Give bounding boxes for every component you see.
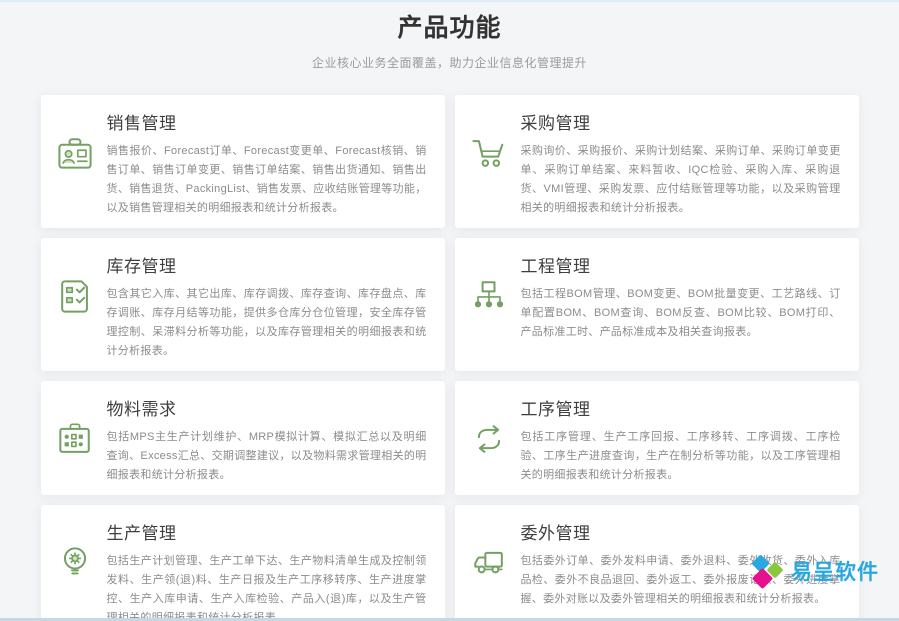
card-description: 包括工序管理、生产工序回报、工序移转、工序调拨、工序检验、工序生产进度查询，生产… — [521, 428, 841, 485]
card-description: 包含其它入库、其它出库、库存调拨、库存查询、库存盘点、库存调账、库存月结等功能，… — [107, 285, 427, 361]
card-description: 包括MPS主生产计划维护、MRP模拟计算、模拟汇总以及明细查询、Excess汇总… — [107, 428, 427, 485]
feature-card-mrp: 物料需求 包括MPS主生产计划维护、MRP模拟计算、模拟汇总以及明细查询、Exc… — [41, 381, 445, 495]
page-title: 产品功能 — [0, 8, 899, 44]
card-description: 销售报价、Forecast订单、Forecast变更单、Forecast核销、销… — [107, 142, 427, 218]
card-description: 包括委外订单、委外发料申请、委外退料、委外收货、委外入库品检、委外不良品退回、委… — [521, 552, 841, 609]
inventory-checklist-icon — [53, 274, 97, 318]
mrp-calendar-icon — [53, 417, 97, 461]
feature-card-inventory: 库存管理 包含其它入库、其它出库、库存调拨、库存查询、库存盘点、库存调账、库存月… — [41, 238, 445, 371]
bulb-gear-icon — [53, 541, 97, 585]
card-title: 库存管理 — [107, 252, 427, 277]
top-divider — [0, 0, 899, 2]
feature-card-purchase: 采购管理 采购询价、采购报价、采购计划结案、采购订单、采购订单变更单、采购订单结… — [455, 95, 859, 228]
card-title: 采购管理 — [521, 109, 841, 134]
card-title: 销售管理 — [107, 109, 427, 134]
feature-card-production: 生产管理 包括生产计划管理、生产工单下达、生产物料清单生成及控制领发料、生产领(… — [41, 505, 445, 621]
card-title: 物料需求 — [107, 395, 427, 420]
card-title: 生产管理 — [107, 519, 427, 544]
feature-card-process: 工序管理 包括工序管理、生产工序回报、工序移转、工序调拨、工序检验、工序生产进度… — [455, 381, 859, 495]
card-title: 工程管理 — [521, 252, 841, 277]
card-description: 包括工程BOM管理、BOM变更、BOM批量变更、工艺路线、订单配置BOM、BOM… — [521, 285, 841, 342]
card-title: 委外管理 — [521, 519, 841, 544]
shopping-cart-icon — [467, 131, 511, 175]
card-description: 采购询价、采购报价、采购计划结案、采购订单、采购订单变更单、采购订单结案、来料暂… — [521, 142, 841, 218]
delivery-truck-icon — [467, 541, 511, 585]
card-description: 包括生产计划管理、生产工单下达、生产物料清单生成及控制领发料、生产领(退)料、生… — [107, 552, 427, 621]
id-badge-icon — [53, 131, 97, 175]
card-title: 工序管理 — [521, 395, 841, 420]
page-subtitle: 企业核心业务全面覆盖，助力企业信息化管理提升 — [0, 54, 899, 71]
process-flow-icon — [467, 417, 511, 461]
feature-card-engineering: 工程管理 包括工程BOM管理、BOM变更、BOM批量变更、工艺路线、订单配置BO… — [455, 238, 859, 371]
page-header: 产品功能 企业核心业务全面覆盖，助力企业信息化管理提升 — [0, 0, 899, 71]
feature-card-sales: 销售管理 销售报价、Forecast订单、Forecast变更单、Forecas… — [41, 95, 445, 228]
feature-card-outsourcing: 委外管理 包括委外订单、委外发料申请、委外退料、委外收货、委外入库品检、委外不良… — [455, 505, 859, 621]
bom-tree-icon — [467, 274, 511, 318]
feature-cards-grid: 销售管理 销售报价、Forecast订单、Forecast变更单、Forecas… — [41, 95, 859, 621]
